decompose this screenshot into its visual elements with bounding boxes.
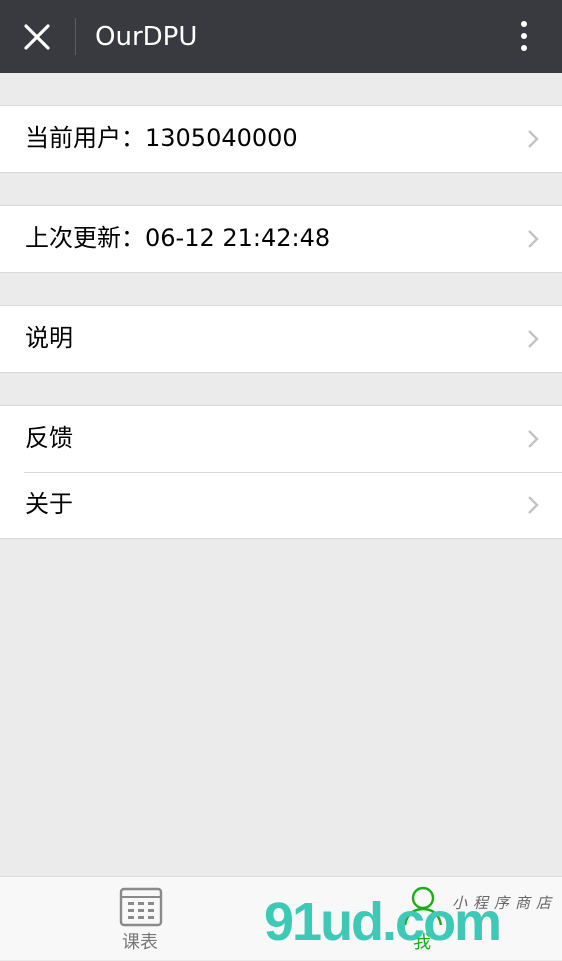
tab-label: 课表	[122, 932, 158, 953]
group-feedback-about: 反馈 关于	[0, 405, 562, 539]
tab-me[interactable]: 我	[362, 877, 482, 961]
tab-timetable[interactable]: 课表	[80, 877, 200, 961]
chevron-right-icon	[528, 130, 539, 148]
close-button[interactable]	[14, 14, 60, 60]
list-item-about[interactable]: 关于	[0, 472, 562, 538]
list-item-instructions[interactable]: 说明	[0, 306, 562, 372]
timetable-icon	[119, 887, 163, 927]
group-last-update: 上次更新：06-12 21:42:48	[0, 205, 562, 273]
top-bar: OurDPU	[0, 0, 562, 73]
group-instructions: 说明	[0, 305, 562, 373]
close-icon	[24, 24, 50, 50]
list-item-label: 反馈	[25, 424, 73, 452]
list-item-label: 说明	[25, 324, 73, 352]
group-current-user: 当前用户：1305040000	[0, 105, 562, 173]
list-item-current-user[interactable]: 当前用户：1305040000	[0, 106, 562, 172]
header-divider	[75, 18, 76, 55]
chevron-right-icon	[528, 430, 539, 448]
list-item-label: 当前用户：1305040000	[25, 124, 298, 152]
tab-bar: 课表 我	[0, 876, 562, 960]
page-title: OurDPU	[95, 22, 198, 52]
chevron-right-icon	[528, 496, 539, 514]
tab-label: 我	[413, 932, 431, 953]
chevron-right-icon	[528, 230, 539, 248]
list-item-label: 上次更新：06-12 21:42:48	[25, 224, 331, 252]
person-icon	[403, 886, 443, 926]
more-button[interactable]	[506, 14, 542, 60]
list-item-feedback[interactable]: 反馈	[0, 406, 562, 472]
list-item-label: 关于	[25, 490, 73, 518]
more-vertical-icon	[521, 21, 527, 51]
chevron-right-icon	[528, 330, 539, 348]
list-item-last-update[interactable]: 上次更新：06-12 21:42:48	[0, 206, 562, 272]
